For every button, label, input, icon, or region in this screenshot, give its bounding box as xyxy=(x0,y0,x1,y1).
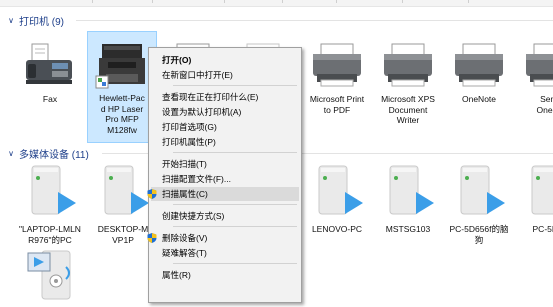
device-hp-laser-mfp[interactable]: Hewlett-Pac d HP Laser Pro MFP M128fw xyxy=(87,31,157,143)
media-device-lenovo[interactable]: LENOVO-PC xyxy=(302,160,372,235)
menu-item-label: 扫描属性(C) xyxy=(162,189,208,199)
menu-item-open[interactable]: 打开(O) xyxy=(151,53,299,67)
menu-item-printer-properties[interactable]: 打印机属性(P) xyxy=(151,135,299,149)
menu-item-scan-profiles[interactable]: 扫描配置文件(F)... xyxy=(151,172,299,186)
device-label: Microsoft XPS xyxy=(381,94,435,104)
menu-item-scan-properties[interactable]: 扫描属性(C) xyxy=(147,187,299,201)
group-title: 多媒体设备 (11) xyxy=(19,149,89,161)
media-server-icon xyxy=(302,160,372,218)
menu-item-remove-device[interactable]: 删除设备(V) xyxy=(147,231,299,245)
device-print-to-pdf[interactable]: Microsoft Print to PDF xyxy=(302,30,372,115)
media-device-pc-5d65[interactable]: PC-5D65 xyxy=(515,160,553,235)
device-label: MSTSG103 xyxy=(385,224,431,234)
media-device-laptop[interactable]: "LAPTOP-LMLN R976"的PC xyxy=(15,160,85,245)
shield-icon xyxy=(147,233,157,243)
menu-item-open-new-window[interactable]: 在新窗口中打开(E) xyxy=(151,68,299,82)
device-send-to-onenote[interactable]: Send OneNo xyxy=(515,30,553,115)
device-label: PC-5D656f的脑 xyxy=(449,224,509,234)
device-label: to PDF xyxy=(323,104,351,115)
device-label: Hewlett-Pac xyxy=(99,93,145,103)
printer-icon xyxy=(444,30,514,88)
menu-separator xyxy=(173,204,297,205)
media-server-icon xyxy=(444,160,514,218)
media-server-icon xyxy=(373,160,443,218)
device-label: PC-5D65 xyxy=(532,224,553,234)
printer-mfp-icon xyxy=(88,32,156,90)
collapse-chevron-icon[interactable]: ∨ xyxy=(6,16,16,25)
device-label: Send xyxy=(540,94,553,104)
collapse-chevron-icon[interactable]: ∨ xyxy=(6,149,16,158)
fax-icon xyxy=(15,30,85,88)
media-server-icon xyxy=(515,160,553,218)
divider xyxy=(76,20,553,21)
media-library-icon xyxy=(15,247,85,303)
menu-separator xyxy=(173,263,297,264)
media-device-library[interactable] xyxy=(15,247,85,303)
device-label: Fax xyxy=(42,94,58,104)
device-label: R976"的PC xyxy=(28,234,72,245)
shield-icon xyxy=(147,189,157,199)
device-label: Document xyxy=(388,104,428,115)
media-server-icon xyxy=(15,160,85,218)
group-header-media[interactable]: ∨ 多媒体设备 (11) xyxy=(6,146,553,161)
media-device-pc-5d656f[interactable]: PC-5D656f的脑 狗 xyxy=(444,160,514,245)
group-title: 打印机 (9) xyxy=(19,16,64,28)
printer-icon xyxy=(373,30,443,88)
menu-item-troubleshoot[interactable]: 疑难解答(T) xyxy=(151,246,299,260)
group-header-printers[interactable]: ∨ 打印机 (9) xyxy=(6,13,553,28)
menu-item-see-printing[interactable]: 查看现在正在打印什么(E) xyxy=(151,90,299,104)
menu-item-start-scan[interactable]: 开始扫描(T) xyxy=(151,157,299,171)
toolbar-strip xyxy=(0,0,553,7)
device-xps-writer[interactable]: Microsoft XPS Document Writer xyxy=(373,30,443,126)
device-label: OneNo xyxy=(536,104,553,115)
device-label: Microsoft Print xyxy=(309,94,365,104)
printer-icon xyxy=(515,30,553,88)
menu-item-printing-preferences[interactable]: 打印首选项(G) xyxy=(151,120,299,134)
device-label: Pro MFP xyxy=(105,114,139,124)
device-label: "LAPTOP-LMLN xyxy=(19,224,81,234)
device-label: d HP Laser xyxy=(100,103,144,114)
menu-separator xyxy=(173,152,297,153)
device-label: M128fw xyxy=(107,124,137,135)
media-device-mstsg103[interactable]: MSTSG103 xyxy=(373,160,443,235)
context-menu[interactable]: 打开(O) 在新窗口中打开(E) 查看现在正在打印什么(E) 设置为默认打印机(… xyxy=(147,47,302,303)
device-label: 狗 xyxy=(474,234,484,245)
menu-item-set-default[interactable]: 设置为默认打印机(A) xyxy=(151,105,299,119)
menu-separator xyxy=(173,85,297,86)
device-onenote[interactable]: OneNote xyxy=(444,30,514,105)
menu-separator xyxy=(173,226,297,227)
device-fax[interactable]: Fax xyxy=(15,30,85,105)
device-label: LENOVO-PC xyxy=(311,224,363,234)
printer-icon xyxy=(302,30,372,88)
menu-item-label: 删除设备(V) xyxy=(162,233,208,243)
menu-item-properties[interactable]: 属性(R) xyxy=(151,268,299,282)
device-label: Writer xyxy=(396,115,420,125)
menu-item-create-shortcut[interactable]: 创建快捷方式(S) xyxy=(151,209,299,223)
device-label: OneNote xyxy=(461,94,497,104)
